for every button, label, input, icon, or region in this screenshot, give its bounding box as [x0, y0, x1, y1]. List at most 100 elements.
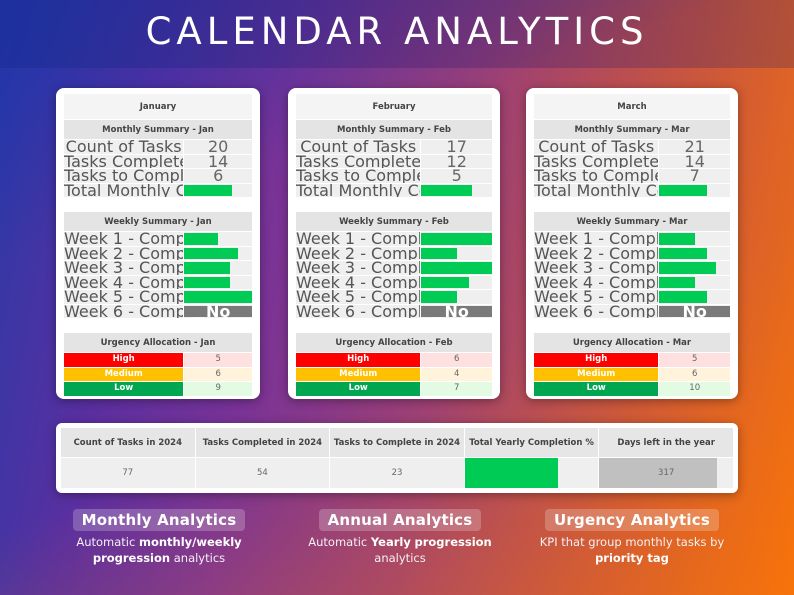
week-completion-bar [421, 276, 469, 288]
week-label: Week 4 - Completion [296, 275, 422, 289]
urgency-medium-value: 6 [659, 367, 730, 381]
month-card-february: February Monthly Summary - Feb Count of T… [288, 88, 500, 399]
urgency-low-label: Low [534, 382, 660, 396]
week-completion-bar [184, 276, 230, 288]
week-completion-cell [659, 232, 730, 246]
week-row: Week 2 - Completion [64, 246, 252, 261]
week-row: Week 1 - Completion [534, 232, 730, 247]
week-completion-bar [659, 276, 695, 288]
feature-desc-text: KPI that group monthly tasks by [539, 535, 725, 549]
annual-value: 77 [61, 458, 195, 488]
feature-monthly-analytics: Monthly Analytics Automatic monthly/week… [56, 509, 262, 566]
week-completion-cell [184, 275, 252, 289]
annual-col-count: Count of Tasks in 2024 77 [61, 428, 196, 488]
summary-row: Tasks Completed 12 [296, 153, 492, 169]
summary-label: Tasks Completed [296, 154, 422, 168]
feature-desc-text: Automatic [76, 535, 139, 549]
total-completion-row: Total Monthly Completion [296, 183, 492, 198]
week-label: Week 3 - Completion [64, 261, 185, 275]
urgency-low-label: Low [296, 382, 422, 396]
summary-row: Tasks Completed 14 [64, 153, 252, 169]
feature-description: Automatic monthly/weekly progression ana… [56, 534, 262, 566]
feature-desc-bold: priority tag [595, 551, 669, 565]
no-tasks-badge: No Tasks [659, 303, 730, 331]
week-label: Week 6 - Completion [296, 304, 422, 318]
week-label: Week 3 - Completion [296, 261, 422, 275]
week-completion-cell [659, 246, 730, 260]
annual-header: Tasks to Complete in 2024 [330, 428, 464, 458]
month-card-january: January Monthly Summary - Jan Count of Ta… [56, 88, 260, 399]
urgency-medium-row: Medium 6 [64, 367, 252, 382]
annual-value [464, 458, 599, 488]
annual-header: Tasks Completed in 2024 [195, 428, 330, 458]
urgency-medium-row: Medium 6 [534, 367, 730, 382]
urgency-medium-label: Medium [296, 367, 422, 381]
week-row: Week 4 - Completion [534, 275, 730, 290]
feature-desc-bold: progression [414, 535, 492, 549]
week-row: Week 1 - Completion [64, 232, 252, 247]
summary-label: Tasks Completed [534, 154, 660, 168]
total-completion-label: Total Monthly Completion [534, 183, 660, 197]
feature-desc-bold: monthly/weekly [138, 535, 242, 549]
week-row: Week 6 - Completion No Tasks [64, 303, 252, 331]
feature-title: Monthly Analytics [72, 509, 246, 531]
month-card-march: March Monthly Summary - Mar Count of Task… [526, 88, 738, 399]
yearly-completion-bar [464, 458, 559, 488]
week-label: Week 5 - Completion [64, 290, 185, 304]
annual-col-days-left: Days left in the year 317 [599, 428, 733, 488]
urgency-high-value: 6 [421, 353, 492, 367]
week-label: Week 1 - Completion [64, 232, 185, 246]
week-completion-bar [659, 291, 707, 303]
week-completion-cell [659, 275, 730, 289]
urgency-high-row: High 5 [64, 353, 252, 368]
annual-value: 54 [195, 458, 330, 488]
feature-title: Urgency Analytics [545, 509, 719, 531]
month-title: January [64, 94, 252, 120]
summary-label: Count of Tasks [534, 140, 660, 154]
summary-label: Tasks to Complete [534, 169, 660, 183]
annual-col-yearly-completion: Total Yearly Completion % [464, 428, 600, 488]
week-completion-cell: No Tasks [184, 303, 252, 331]
feature-desc-bold: Yearly [370, 535, 411, 549]
week-label: Week 3 - Completion [534, 261, 660, 275]
feature-description: Automatic Yearly progression analytics [290, 534, 510, 566]
week-row: Week 2 - Completion [296, 246, 492, 261]
week-completion-cell [421, 275, 492, 289]
urgency-medium-value: 6 [184, 367, 252, 381]
week-label: Week 1 - Completion [296, 232, 422, 246]
feature-annual-analytics: Annual Analytics Automatic Yearly progre… [290, 509, 510, 566]
days-left-value: 317 [658, 468, 675, 478]
summary-label: Tasks to Complete [296, 169, 422, 183]
week-completion-cell [421, 246, 492, 260]
urgency-header: Urgency Allocation - Jan [64, 333, 252, 353]
urgency-high-label: High [64, 353, 185, 367]
week-label: Week 5 - Completion [296, 290, 422, 304]
week-row: Week 4 - Completion [64, 275, 252, 290]
total-completion-cell [421, 183, 492, 197]
urgency-low-value: 9 [184, 382, 252, 396]
week-label: Week 4 - Completion [534, 275, 660, 289]
total-completion-label: Total Monthly Completion [64, 183, 185, 197]
week-label: Week 5 - Completion [534, 290, 660, 304]
week-completion-bar [421, 247, 457, 259]
week-label: Week 2 - Completion [296, 246, 422, 260]
urgency-high-value: 5 [659, 353, 730, 367]
urgency-low-label: Low [64, 382, 185, 396]
annual-summary-table: Count of Tasks in 2024 77 Tasks Complete… [56, 423, 738, 493]
week-completion-cell [421, 261, 492, 275]
annual-header: Count of Tasks in 2024 [61, 428, 195, 458]
total-completion-row: Total Monthly Completion [534, 183, 730, 198]
total-completion-cell [184, 183, 252, 197]
week-label: Week 1 - Completion [534, 232, 660, 246]
annual-header: Total Yearly Completion % [464, 428, 599, 458]
feature-description: KPI that group monthly tasks by priority… [526, 534, 738, 566]
week-completion-bar [421, 233, 492, 245]
urgency-low-row: Low 10 [534, 382, 730, 397]
feature-title: Annual Analytics [318, 509, 482, 531]
week-row: Week 1 - Completion [296, 232, 492, 247]
no-tasks-badge: No Tasks [421, 303, 492, 331]
week-completion-cell [421, 232, 492, 246]
summary-value: 7 [659, 168, 730, 183]
annual-value: 23 [330, 458, 464, 488]
feature-desc-text: analytics [170, 551, 226, 565]
